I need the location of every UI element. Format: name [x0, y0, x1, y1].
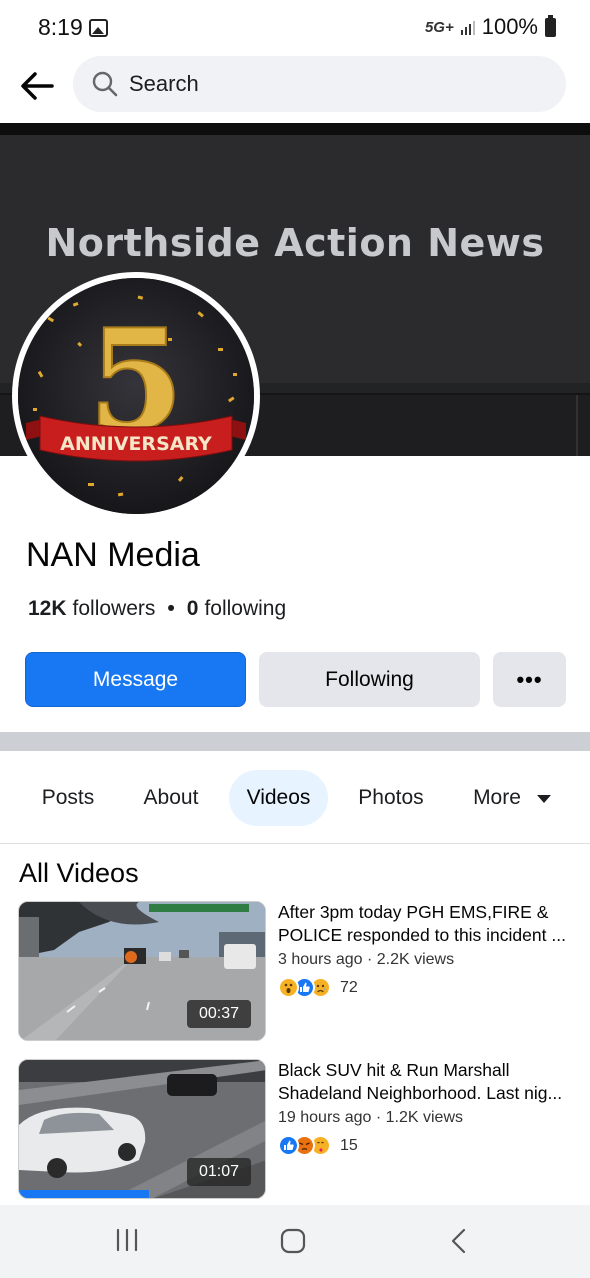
video-title-line: Black SUV hit & Run Marshall	[278, 1060, 510, 1080]
network-type: 5G+	[424, 18, 454, 36]
back-button[interactable]	[18, 66, 58, 106]
gallery-notification-icon	[89, 19, 108, 37]
anniversary-graphic: 5 ANNIVERSARY	[18, 278, 254, 514]
top-nav	[0, 56, 590, 120]
status-time: 8:19	[38, 14, 83, 40]
video-duration: 01:07	[186, 1158, 251, 1186]
search-input[interactable]	[129, 56, 549, 112]
recent-apps-icon	[116, 1228, 138, 1252]
video-title-line: POLICE responded to this incident ...	[278, 925, 566, 945]
page-name: NAN Media	[26, 536, 200, 574]
profile-avatar[interactable]: 5 ANNIVERSARY	[12, 272, 260, 520]
search-bar[interactable]	[73, 56, 566, 112]
video-meta: 19 hours ago · 1.2K views	[278, 1109, 463, 1126]
video-title[interactable]: After 3pm today PGH EMS,FIRE & POLICE re…	[278, 901, 573, 947]
status-bar: 8:19 5G+ 100%	[0, 0, 590, 56]
reaction-count: 15	[340, 1136, 358, 1154]
video-duration: 00:37	[186, 1000, 251, 1028]
reaction-summary[interactable]: 15	[278, 1135, 358, 1156]
tab-posts[interactable]: Posts	[22, 770, 114, 826]
video-meta: 3 hours ago · 2.2K views	[278, 951, 455, 968]
video-title-line: Shadeland Neighborhood. Last nig...	[278, 1083, 563, 1103]
anniversary-ribbon-text: ANNIVERSARY	[60, 433, 212, 455]
tab-photos[interactable]: Photos	[342, 770, 440, 826]
signal-icon	[460, 19, 475, 35]
tab-label: Posts	[41, 786, 95, 809]
separator-dot: •	[167, 597, 175, 620]
system-nav-bar	[0, 1205, 590, 1278]
back-nav-button[interactable]	[447, 1227, 471, 1260]
section-divider	[0, 732, 590, 751]
video-item[interactable]: 01:07 Black SUV hit & Run Marshall Shade…	[0, 1059, 590, 1201]
reaction-count: 72	[340, 978, 358, 996]
followers-label[interactable]: followers	[73, 597, 156, 621]
tab-more[interactable]: More	[460, 770, 564, 826]
message-button[interactable]: Message	[25, 652, 246, 707]
following-button[interactable]: Following	[259, 652, 480, 707]
status-indicators: 5G+ 100%	[425, 14, 556, 40]
reaction-summary[interactable]: 72	[278, 977, 358, 998]
tab-videos[interactable]: Videos	[229, 770, 328, 826]
tab-label: About	[143, 786, 199, 809]
back-arrow-icon	[21, 72, 54, 100]
chevron-left-icon	[451, 1228, 466, 1254]
tab-about[interactable]: About	[126, 770, 216, 826]
home-button[interactable]	[279, 1227, 307, 1260]
profile-tabs: Posts About Videos Photos More	[0, 770, 590, 826]
video-thumbnail[interactable]: 01:07	[18, 1059, 266, 1199]
video-title[interactable]: Black SUV hit & Run Marshall Shadeland N…	[278, 1059, 573, 1105]
cover-title: Northside Action News	[45, 221, 545, 265]
follow-stats: 12K followers • 0 following	[28, 597, 286, 621]
video-title-line: After 3pm today PGH EMS,FIRE &	[278, 902, 549, 922]
video-item[interactable]: 00:37 After 3pm today PGH EMS,FIRE & POL…	[0, 901, 590, 1043]
home-icon	[280, 1228, 306, 1254]
tab-label: More	[473, 786, 521, 809]
avatar-image: 5 ANNIVERSARY	[18, 278, 254, 514]
battery-icon	[545, 14, 556, 37]
watch-progress-bar	[19, 1190, 150, 1198]
caret-down-icon	[536, 795, 551, 803]
more-options-button[interactable]: •••	[493, 652, 566, 707]
following-label[interactable]: following	[204, 597, 286, 621]
followers-count[interactable]: 12K	[28, 597, 67, 621]
tab-label: Photos	[358, 786, 424, 809]
following-count[interactable]: 0	[187, 597, 199, 621]
tabs-divider	[0, 843, 590, 844]
like-reaction-icon	[278, 1135, 299, 1156]
battery-percent: 100%	[481, 14, 538, 39]
tab-label: Videos	[246, 786, 311, 809]
video-thumbnail[interactable]: 00:37	[18, 901, 266, 1041]
section-title: All Videos	[19, 858, 139, 888]
wow-reaction-icon	[278, 977, 299, 998]
search-icon	[92, 71, 118, 97]
recent-apps-button[interactable]	[114, 1227, 140, 1258]
